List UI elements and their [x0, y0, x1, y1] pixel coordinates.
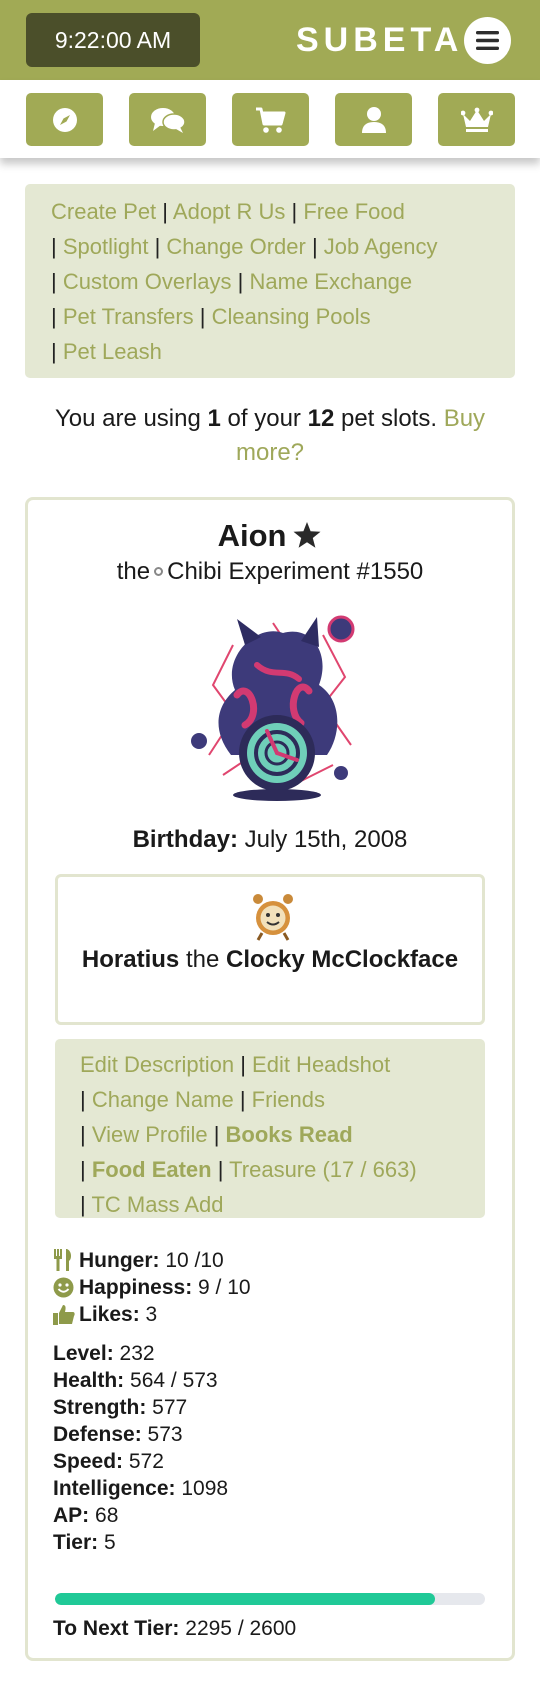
- books-read-link[interactable]: Books Read: [226, 1122, 353, 1147]
- pet-species: the Chibi Experiment #1550: [116, 558, 424, 585]
- ap-stat: AP: 68: [53, 1504, 119, 1527]
- level-stat: Level: 232: [53, 1342, 155, 1365]
- free-food-link[interactable]: Free Food: [303, 199, 405, 224]
- premium-button[interactable]: [438, 93, 515, 146]
- pet-name: Aion: [217, 518, 287, 553]
- companion-box: Horatius the Clocky McClockface: [55, 874, 485, 1025]
- likes-row: Likes: 3: [53, 1301, 251, 1328]
- custom-overlays-link[interactable]: Custom Overlays: [63, 269, 232, 294]
- edit-headshot-link[interactable]: Edit Headshot: [252, 1052, 390, 1077]
- explore-button[interactable]: [26, 93, 103, 146]
- food-eaten-link[interactable]: Food Eaten: [92, 1157, 212, 1182]
- tier-progress-bar: [55, 1593, 485, 1605]
- profile-button[interactable]: [335, 93, 412, 146]
- edit-description-link[interactable]: Edit Description: [80, 1052, 234, 1077]
- pet-slots-info: You are using 1 of your 12 pet slots. Bu…: [54, 405, 486, 466]
- mood-stats: Hunger: 10 /10 Happiness: 9 / 10 Likes: …: [53, 1247, 251, 1328]
- chat-button[interactable]: [129, 93, 206, 146]
- speed-stat: Speed: 572: [53, 1450, 164, 1473]
- view-profile-link[interactable]: View Profile: [92, 1122, 208, 1147]
- adopt-link[interactable]: Adopt R Us: [173, 199, 286, 224]
- compass-icon: [52, 107, 77, 132]
- circle-icon: [154, 567, 164, 576]
- treasure-link[interactable]: Treasure (17 / 663): [229, 1157, 417, 1182]
- clock-display: 9:22:00 AM: [26, 13, 200, 67]
- happiness-row: Happiness: 9 / 10: [53, 1274, 251, 1301]
- companion-name: Horatius the Clocky McClockface: [81, 946, 459, 973]
- shop-button[interactable]: [232, 93, 309, 146]
- site-logo[interactable]: SUBETA: [296, 18, 463, 62]
- menu-button[interactable]: [464, 17, 511, 64]
- next-tier-info: To Next Tier: 2295 / 2600: [53, 1617, 297, 1640]
- pet-actions-panel: Edit Description | Edit Headshot | Chang…: [55, 1039, 485, 1218]
- cleansing-pools-link[interactable]: Cleansing Pools: [212, 304, 371, 329]
- job-agency-link[interactable]: Job Agency: [324, 234, 438, 259]
- crown-icon: [460, 107, 493, 132]
- tier-progress-fill: [55, 1593, 435, 1605]
- name-exchange-link[interactable]: Name Exchange: [250, 269, 413, 294]
- change-order-link[interactable]: Change Order: [166, 234, 305, 259]
- slots-total: 12: [307, 405, 335, 432]
- pet-stats: Level: 232 Health: 564 / 573 Strength: 5…: [53, 1340, 228, 1556]
- pet-image: [173, 605, 373, 805]
- pet-name-heading: Aion: [28, 516, 512, 559]
- intelligence-stat: Intelligence: 1098: [53, 1477, 229, 1500]
- strength-stat: Strength: 577: [53, 1396, 188, 1419]
- slots-used: 1: [207, 405, 221, 432]
- cart-icon: [255, 107, 285, 133]
- create-pet-link[interactable]: Create Pet: [51, 199, 156, 224]
- health-stat: Health: 564 / 573: [53, 1369, 218, 1392]
- top-bar: 9:22:00 AM SUBETA: [0, 0, 540, 80]
- pet-birthday: Birthday: July 15th, 2008: [132, 826, 408, 853]
- tc-mass-add-link[interactable]: TC Mass Add: [91, 1192, 223, 1217]
- pet-transfers-link[interactable]: Pet Transfers: [63, 304, 194, 329]
- change-name-link[interactable]: Change Name: [92, 1087, 234, 1112]
- pet-links-panel: Create Pet | Adopt R Us | Free Food | Sp…: [25, 184, 515, 378]
- icon-nav: [0, 80, 540, 158]
- chat-icon: [150, 107, 186, 133]
- pet-leash-link[interactable]: Pet Leash: [63, 339, 162, 364]
- user-icon: [361, 106, 386, 133]
- star-icon[interactable]: [292, 519, 322, 559]
- spotlight-link[interactable]: Spotlight: [63, 234, 149, 259]
- companion-image: [248, 891, 298, 941]
- pet-card: Aion the Chibi Experiment #1550 Birthday…: [25, 497, 515, 1661]
- thumbs-up-icon: [53, 1304, 79, 1332]
- hamburger-icon: [476, 31, 499, 50]
- hunger-row: Hunger: 10 /10: [53, 1247, 251, 1274]
- defense-stat: Defense: 573: [53, 1423, 183, 1446]
- friends-link[interactable]: Friends: [252, 1087, 325, 1112]
- tier-stat: Tier: 5: [53, 1531, 116, 1554]
